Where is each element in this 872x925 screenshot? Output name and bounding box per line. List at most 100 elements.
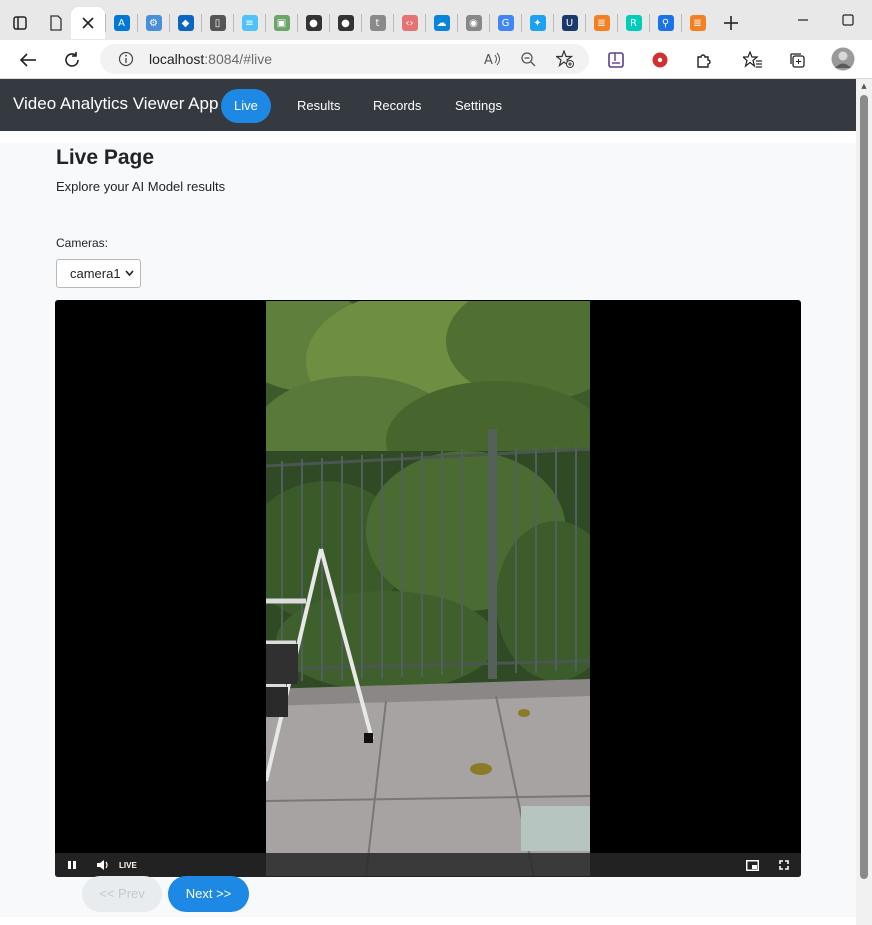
- zoom-out-icon: [521, 52, 536, 67]
- browser-tab[interactable]: ●: [330, 7, 361, 39]
- browser-tab[interactable]: A: [106, 7, 137, 39]
- github-icon: ●: [305, 15, 322, 31]
- info-icon[interactable]: [118, 51, 134, 67]
- read-aloud-icon: A: [484, 52, 500, 67]
- browser-tab[interactable]: ‹›: [394, 7, 425, 39]
- record-ext-button[interactable]: [649, 49, 671, 71]
- page-subtitle: Explore your AI Model results: [56, 179, 226, 194]
- extensions-button[interactable]: [693, 49, 715, 71]
- url-text: localhost:8084/#live: [149, 51, 272, 67]
- browser-tab[interactable]: ▣: [266, 7, 297, 39]
- browser-tab[interactable]: ◆: [170, 7, 201, 39]
- volume-button[interactable]: [95, 857, 111, 873]
- browser-tab[interactable]: [40, 7, 71, 39]
- navbar-gap: [0, 131, 856, 143]
- refresh-icon: [65, 52, 79, 67]
- live-indicator: LIVE: [119, 860, 137, 870]
- puzzle-icon: [697, 54, 711, 68]
- avatar: [831, 47, 855, 71]
- address-bar-row: localhost:8084/#live A: [0, 40, 872, 79]
- browser-tab[interactable]: U: [554, 7, 585, 39]
- browser-tab[interactable]: R: [618, 7, 649, 39]
- nav-results[interactable]: Results: [284, 89, 353, 123]
- browser-tab[interactable]: G: [490, 7, 521, 39]
- browser-tab[interactable]: ≣: [586, 7, 617, 39]
- favorites-button[interactable]: [742, 49, 764, 71]
- page-icon: ▯: [209, 15, 226, 31]
- extension-page-icon: [608, 52, 624, 68]
- chevron-down-icon: [125, 260, 134, 298]
- tab-list: A ⚙ ◆ ▯ ≡ ▣ ● ● t ‹› ☁ ◉ G ✦ U ≣ R ⚲ ≣: [105, 1, 713, 39]
- collections-icon: [790, 53, 805, 68]
- nav-records[interactable]: Records: [360, 89, 434, 123]
- fullscreen-button[interactable]: [776, 857, 792, 873]
- add-favorite-button[interactable]: [554, 48, 576, 70]
- image-icon: ▣: [273, 15, 290, 31]
- nav-settings[interactable]: Settings: [442, 89, 515, 123]
- browser-tab[interactable]: ⚲: [650, 7, 681, 39]
- app-navbar: Video Analytics Viewer App Live Results …: [0, 79, 856, 131]
- video-player[interactable]: LIVE: [55, 300, 801, 877]
- window-icon: [13, 16, 27, 30]
- scrollbar-thumb[interactable]: [860, 95, 868, 879]
- browser-tab[interactable]: ▯: [202, 7, 233, 39]
- svg-text:A: A: [484, 53, 493, 67]
- pause-button[interactable]: [65, 857, 79, 873]
- back-arrow-icon: [19, 53, 36, 67]
- page-bottom: [0, 917, 856, 925]
- maximize-icon: [842, 14, 854, 26]
- browser-tab-strip: A ⚙ ◆ ▯ ≡ ▣ ● ● t ‹› ☁ ◉ G ✦ U ≣ R ⚲ ≣: [0, 0, 872, 40]
- tab-actions-button[interactable]: [0, 7, 40, 39]
- github-icon: ●: [337, 15, 354, 31]
- new-tab-button[interactable]: [713, 7, 749, 39]
- vertical-scrollbar[interactable]: ▲: [856, 79, 872, 925]
- google-icon: G: [497, 15, 514, 31]
- app-brand[interactable]: Video Analytics Viewer App: [13, 94, 218, 114]
- browser-tab[interactable]: ✦: [522, 7, 553, 39]
- browser-tab[interactable]: ⚙: [138, 7, 169, 39]
- volume-icon: [97, 860, 108, 870]
- browser-tab[interactable]: ☁: [426, 7, 457, 39]
- maximize-button[interactable]: [833, 8, 863, 32]
- live-camera-image: [266, 301, 590, 876]
- back-button[interactable]: [15, 47, 41, 73]
- browser-tab[interactable]: ≣: [682, 7, 713, 39]
- researchgate-icon: R: [625, 15, 642, 31]
- page-icon: [49, 15, 62, 31]
- url-input[interactable]: localhost:8084/#live A: [100, 44, 589, 74]
- browser-tab[interactable]: ◉: [458, 7, 489, 39]
- nav-live[interactable]: Live: [221, 89, 271, 123]
- browser-tab[interactable]: t: [362, 7, 393, 39]
- code-icon: ‹›: [401, 15, 418, 31]
- camera-select[interactable]: camera1: [56, 259, 141, 288]
- zoom-out-button[interactable]: [517, 48, 539, 70]
- minimize-icon: [798, 19, 808, 21]
- settings-icon: ⚙: [145, 15, 162, 31]
- record-icon: [652, 52, 668, 68]
- prev-button[interactable]: << Prev: [82, 876, 162, 912]
- url-host: localhost: [149, 51, 205, 67]
- devops-icon: ◆: [177, 15, 194, 31]
- url-path: :8084/#live: [204, 51, 272, 67]
- profile-button[interactable]: [831, 47, 855, 71]
- picture-in-picture-button[interactable]: [744, 857, 760, 873]
- browser-tab[interactable]: ●: [298, 7, 329, 39]
- browser-tab[interactable]: ≡: [234, 7, 265, 39]
- collections-button[interactable]: [786, 49, 808, 71]
- next-button[interactable]: Next >>: [168, 876, 249, 912]
- azure-icon: A: [113, 15, 130, 31]
- browser-tab-active[interactable]: [71, 7, 105, 39]
- minimize-button[interactable]: [788, 8, 818, 32]
- fullscreen-icon: [779, 860, 789, 870]
- refresh-button[interactable]: [59, 47, 85, 73]
- plus-icon: [724, 16, 738, 30]
- stackoverflow-icon: ≣: [689, 15, 706, 31]
- picture-in-picture-icon: [745, 859, 759, 871]
- cameras-label: Cameras:: [56, 236, 109, 250]
- twitter-icon: ✦: [529, 15, 546, 31]
- close-icon[interactable]: [82, 17, 94, 29]
- layers-icon: ≡: [241, 15, 258, 31]
- collections-ext-button[interactable]: [605, 49, 627, 71]
- read-aloud-button[interactable]: A: [482, 48, 504, 70]
- scroll-up-icon[interactable]: ▲: [859, 82, 869, 92]
